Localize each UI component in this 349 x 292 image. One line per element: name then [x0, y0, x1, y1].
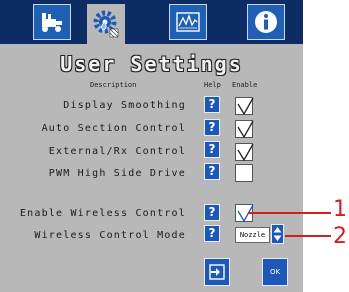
exit-button[interactable] [204, 258, 230, 286]
setting-label-wireless-control-mode: Wireless Control Mode [34, 230, 186, 241]
checkbox-auto-section-control[interactable] [235, 120, 254, 139]
settings-gear-icon [93, 10, 119, 38]
machine-icon [42, 13, 62, 32]
ok-button-label: OK [269, 268, 281, 276]
help-button-external-rx-control[interactable]: ? [204, 141, 220, 158]
page-title: User Settings [60, 52, 243, 76]
setting-label-pwm-high-side-drive: PWM High Side Drive [48, 168, 186, 179]
callout-line-1 [248, 212, 331, 214]
setting-label-display-smoothing: Display Smoothing [63, 100, 186, 111]
tab-machine[interactable] [33, 4, 71, 40]
help-button-display-smoothing[interactable]: ? [204, 96, 220, 113]
user-settings-screen: User Settings Description Help Enable Di… [0, 0, 303, 292]
checkbox-pwm-high-side-drive[interactable] [235, 164, 253, 182]
tab-graph[interactable] [169, 4, 207, 40]
column-header-help: Help [204, 81, 221, 89]
setting-label-enable-wireless-control: Enable Wireless Control [19, 208, 186, 219]
checkmark-icon [237, 143, 254, 162]
graph-icon [176, 12, 200, 32]
setting-label-auto-section-control: Auto Section Control [41, 123, 186, 134]
column-header-description: Description [90, 81, 137, 89]
setting-label-external-rx-control: External/Rx Control [48, 146, 186, 157]
tab-info[interactable] [247, 4, 285, 40]
info-icon [255, 11, 277, 33]
checkbox-display-smoothing[interactable] [235, 97, 254, 116]
checkbox-external-rx-control[interactable] [235, 143, 254, 162]
wireless-mode-select[interactable]: Nozzle [235, 227, 270, 243]
tab-bar [0, 0, 303, 44]
help-button-pwm-high-side-drive[interactable]: ? [204, 163, 220, 180]
exit-icon [209, 264, 225, 280]
mode-spinner[interactable] [271, 224, 284, 244]
callout-number-2: 2 [333, 224, 347, 249]
callout-line-2 [285, 235, 331, 237]
column-header-enable: Enable [232, 81, 258, 89]
checkmark-icon [237, 120, 254, 139]
callout-number-1: 1 [333, 197, 347, 222]
checkmark-icon [237, 97, 254, 116]
help-button-wireless-control-mode[interactable]: ? [204, 225, 220, 242]
up-down-arrows-icon [273, 227, 282, 241]
ok-button[interactable]: OK [262, 258, 288, 286]
tab-settings[interactable] [87, 4, 125, 44]
help-button-auto-section-control[interactable]: ? [204, 119, 220, 136]
help-button-enable-wireless-control[interactable]: ? [204, 204, 220, 221]
